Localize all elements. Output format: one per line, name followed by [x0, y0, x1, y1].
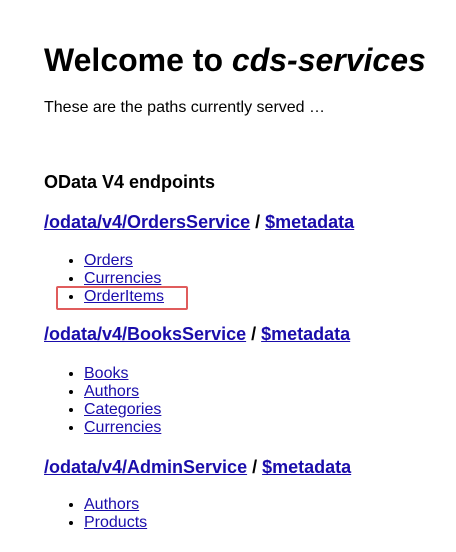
list-item: Authors [84, 383, 161, 401]
service-link-orders[interactable]: /odata/v4/OrdersService [44, 212, 250, 232]
list-item: Currencies [84, 270, 164, 288]
metadata-link-books[interactable]: $metadata [261, 324, 350, 344]
service-heading-orders: /odata/v4/OrdersService / $metadata [44, 212, 354, 232]
entity-link-currencies[interactable]: Currencies [84, 270, 161, 287]
service-separator: / [246, 324, 262, 344]
list-item: Authors [84, 496, 147, 514]
metadata-link-admin[interactable]: $metadata [262, 457, 351, 477]
entity-link-orders[interactable]: Orders [84, 252, 133, 269]
service-heading-books: /odata/v4/BooksService / $metadata [44, 324, 350, 344]
entity-link-currencies[interactable]: Currencies [84, 419, 161, 436]
entity-list-books: Books Authors Categories Currencies [66, 365, 161, 437]
entity-list-orders: Orders Currencies OrderItems [66, 252, 164, 306]
entity-list-admin: Authors Products [66, 496, 147, 532]
list-item: Orders [84, 252, 164, 270]
entity-link-categories[interactable]: Categories [84, 401, 161, 418]
list-item: Products [84, 514, 147, 532]
service-heading-admin: /odata/v4/AdminService / $metadata [44, 457, 351, 477]
entity-link-authors[interactable]: Authors [84, 496, 139, 513]
intro-text: These are the paths currently served … [44, 99, 326, 116]
list-item: Books [84, 365, 161, 383]
metadata-link-orders[interactable]: $metadata [265, 212, 354, 232]
list-item: Currencies [84, 419, 161, 437]
section-title-odata-v4: OData V4 endpoints [44, 172, 216, 192]
service-link-admin[interactable]: /odata/v4/AdminService [44, 457, 247, 477]
service-separator: / [247, 457, 263, 477]
entity-link-books[interactable]: Books [84, 365, 128, 382]
page-title-prefix: Welcome to [44, 42, 232, 78]
page-title-app-name: cds-services [231, 42, 426, 78]
page-title: Welcome to cds-services [44, 42, 426, 78]
entity-link-products[interactable]: Products [84, 514, 147, 531]
list-item: Categories [84, 401, 161, 419]
page: Welcome to cds-services These are the pa… [0, 0, 456, 552]
list-item: OrderItems [84, 288, 164, 306]
service-link-books[interactable]: /odata/v4/BooksService [44, 324, 246, 344]
entity-link-orderitems[interactable]: OrderItems [84, 288, 164, 305]
entity-link-authors[interactable]: Authors [84, 383, 139, 400]
service-separator: / [250, 212, 266, 232]
